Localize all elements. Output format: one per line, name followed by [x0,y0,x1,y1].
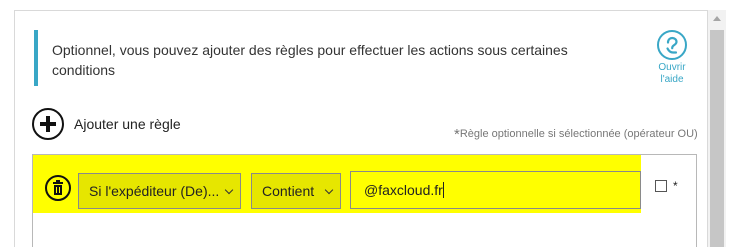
help-question-icon [657,30,687,60]
vertical-scrollbar[interactable] [708,10,726,247]
scroll-up-arrow-icon[interactable] [713,16,721,21]
chevron-down-icon [324,185,334,195]
optional-rule-note: *Règle optionnelle si sélectionnée (opér… [454,126,704,143]
condition-field-select[interactable]: Si l'expéditeur (De)... [78,173,241,209]
add-rule-button[interactable]: Ajouter une règle [32,108,181,140]
plus-circle-icon [32,108,64,140]
rule-row: Si l'expéditeur (De)... Contient @faxclo… [33,155,641,213]
scrollbar-thumb[interactable] [710,30,724,247]
condition-value-text: @faxcloud.fr [364,182,443,198]
condition-operator-select[interactable]: Contient [251,173,341,209]
info-accent-bar [34,30,38,86]
optional-rule-checkbox[interactable] [655,180,667,192]
condition-value-input[interactable]: @faxcloud.fr [350,171,641,209]
info-text: Optionnel, vous pouvez ajouter des règle… [52,42,568,78]
checkbox-asterisk: * [673,179,678,193]
help-button[interactable]: Ouvrir l'aide [652,30,692,90]
rules-list: Si l'expéditeur (De)... Contient @faxclo… [32,154,697,247]
condition-field-value: Si l'expéditeur (De)... [89,183,220,199]
delete-rule-button[interactable] [45,175,71,201]
note-text: Règle optionnelle si sélectionnée (opéra… [459,128,698,140]
chevron-down-icon [224,185,234,195]
help-label: Ouvrir l'aide [658,62,686,85]
condition-operator-value: Contient [262,183,315,199]
text-cursor [442,182,444,198]
add-rule-label: Ajouter une règle [74,116,181,132]
